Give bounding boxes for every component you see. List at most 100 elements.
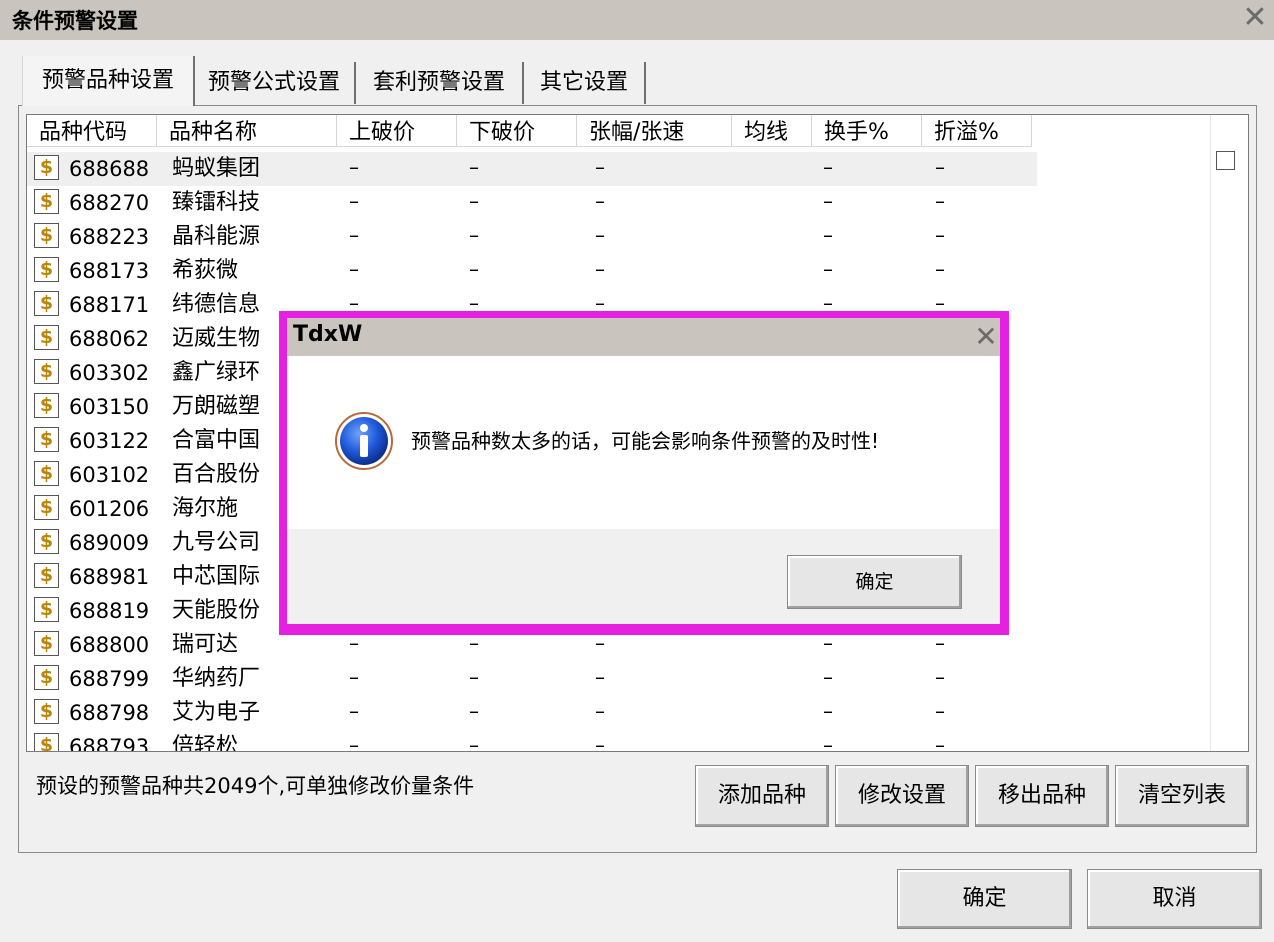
cell-code: 603102 [69, 463, 150, 487]
cell-code: 688799 [69, 667, 150, 691]
dollar-icon: $ [34, 733, 59, 751]
message-box: TdxW ✕ 预警品种数太多的话，可能会影响条件预警的及时性! 确定 [279, 311, 1009, 635]
cell-upper-break: – [349, 665, 359, 689]
cell-name: 迈威生物 [172, 326, 261, 351]
cell-turnover: – [823, 155, 833, 179]
dollar-icon: $ [34, 223, 59, 248]
list-item[interactable]: $688793 倍轻松 – – – – – [27, 730, 1037, 752]
cell-name: 合富中国 [172, 428, 261, 453]
list-item[interactable]: $688223 晶科能源 – – – – – [27, 220, 1037, 254]
cell-code: 688171 [69, 293, 150, 317]
column-header-name[interactable]: 品种名称 [157, 115, 337, 147]
cell-turnover: – [823, 189, 833, 213]
cell-code: 603122 [69, 429, 150, 453]
dollar-icon: $ [34, 631, 59, 656]
cell-code: 688270 [69, 191, 150, 215]
column-header-change[interactable]: 张幅/张速 [577, 115, 732, 147]
cell-code: 688062 [69, 327, 150, 351]
tab-other-settings[interactable]: 其它设置 [524, 62, 646, 104]
message-box-title-bar: TdxW ✕ [287, 318, 1000, 356]
column-header-lower-break[interactable]: 下破价 [457, 115, 577, 147]
add-symbol-button[interactable]: 添加品种 [695, 765, 829, 827]
dollar-icon: $ [34, 393, 59, 418]
cell-premium: – [935, 223, 945, 247]
cell-change: – [595, 223, 605, 247]
cell-lower-break: – [469, 223, 479, 247]
dollar-icon: $ [34, 427, 59, 452]
dollar-icon: $ [34, 257, 59, 282]
cell-premium: – [935, 155, 945, 179]
modify-settings-button[interactable]: 修改设置 [835, 765, 969, 827]
cell-lower-break: – [469, 257, 479, 281]
cancel-button[interactable]: 取消 [1087, 869, 1262, 929]
list-item[interactable]: $688798 艾为电子 – – – – – [27, 696, 1037, 730]
cell-code: 688981 [69, 565, 150, 589]
cell-turnover: – [823, 665, 833, 689]
cell-name: 华纳药厂 [172, 666, 261, 691]
dollar-icon: $ [34, 461, 59, 486]
cell-name: 天能股份 [172, 598, 261, 623]
cell-code: 688173 [69, 259, 150, 283]
column-header-turnover[interactable]: 换手% [812, 115, 922, 147]
cell-code: 601206 [69, 497, 150, 521]
tab-label: 预警公式设置 [207, 70, 340, 95]
remove-symbol-button[interactable]: 移出品种 [975, 765, 1109, 827]
cell-turnover: – [823, 699, 833, 723]
tab-formula-settings[interactable]: 预警公式设置 [194, 62, 356, 104]
dollar-icon: $ [34, 291, 59, 316]
message-box-close-icon[interactable]: ✕ [971, 318, 1001, 356]
dollar-icon: $ [34, 665, 59, 690]
cell-name: 倍轻松 [172, 734, 239, 752]
cell-change: – [595, 699, 605, 723]
cell-code: 688800 [69, 633, 150, 657]
cell-code: 688819 [69, 599, 150, 623]
list-item[interactable]: $688270 臻镭科技 – – – – – [27, 186, 1037, 220]
cell-change: – [595, 257, 605, 281]
cell-change: – [595, 665, 605, 689]
message-ok-button[interactable]: 确定 [787, 555, 962, 609]
cell-upper-break: – [349, 155, 359, 179]
cell-upper-break: – [349, 189, 359, 213]
dollar-icon: $ [34, 495, 59, 520]
cell-code: 603150 [69, 395, 150, 419]
list-item[interactable]: $688799 华纳药厂 – – – – – [27, 662, 1037, 696]
cell-lower-break: – [469, 189, 479, 213]
column-header-premium[interactable]: 折溢% [922, 115, 1032, 147]
column-header-ma[interactable]: 均线 [732, 115, 812, 147]
cell-upper-break: – [349, 699, 359, 723]
dollar-icon: $ [34, 325, 59, 350]
cell-name: 中芯国际 [172, 564, 261, 589]
tab-symbol-settings[interactable]: 预警品种设置 [22, 56, 195, 106]
dollar-icon: $ [34, 699, 59, 724]
select-all-checkbox[interactable] [1216, 151, 1235, 170]
cell-turnover: – [823, 733, 833, 752]
column-header-upper-break[interactable]: 上破价 [337, 115, 457, 147]
cell-name: 百合股份 [172, 462, 261, 487]
cell-name: 纬德信息 [172, 292, 261, 317]
cell-premium: – [935, 699, 945, 723]
list-item[interactable]: $688173 希荻微 – – – – – [27, 254, 1037, 288]
info-icon [335, 412, 393, 470]
cell-lower-break: – [469, 155, 479, 179]
dollar-icon: $ [34, 529, 59, 554]
cell-turnover: – [823, 223, 833, 247]
cell-change: – [595, 155, 605, 179]
dollar-icon: $ [34, 563, 59, 588]
column-header-code[interactable]: 品种代码 [27, 115, 157, 147]
summary-text: 预设的预警品种共2049个,可单独修改价量条件 [36, 774, 475, 798]
cell-upper-break: – [349, 257, 359, 281]
cell-code: 603302 [69, 361, 150, 385]
cell-lower-break: – [469, 699, 479, 723]
ok-button[interactable]: 确定 [897, 869, 1072, 929]
clear-list-button[interactable]: 清空列表 [1115, 765, 1249, 827]
cell-premium: – [935, 189, 945, 213]
cell-change: – [595, 189, 605, 213]
window-close-icon[interactable]: ✕ [1240, 2, 1270, 34]
cell-turnover: – [823, 257, 833, 281]
tab-label: 预警品种设置 [41, 68, 174, 93]
list-item[interactable]: $688688 蚂蚁集团 – – – – – [27, 152, 1037, 186]
cell-name: 瑞可达 [172, 632, 239, 657]
cell-name: 艾为电子 [172, 700, 261, 725]
tab-arbitrage-settings[interactable]: 套利预警设置 [356, 62, 524, 104]
cell-code: 689009 [69, 531, 150, 555]
